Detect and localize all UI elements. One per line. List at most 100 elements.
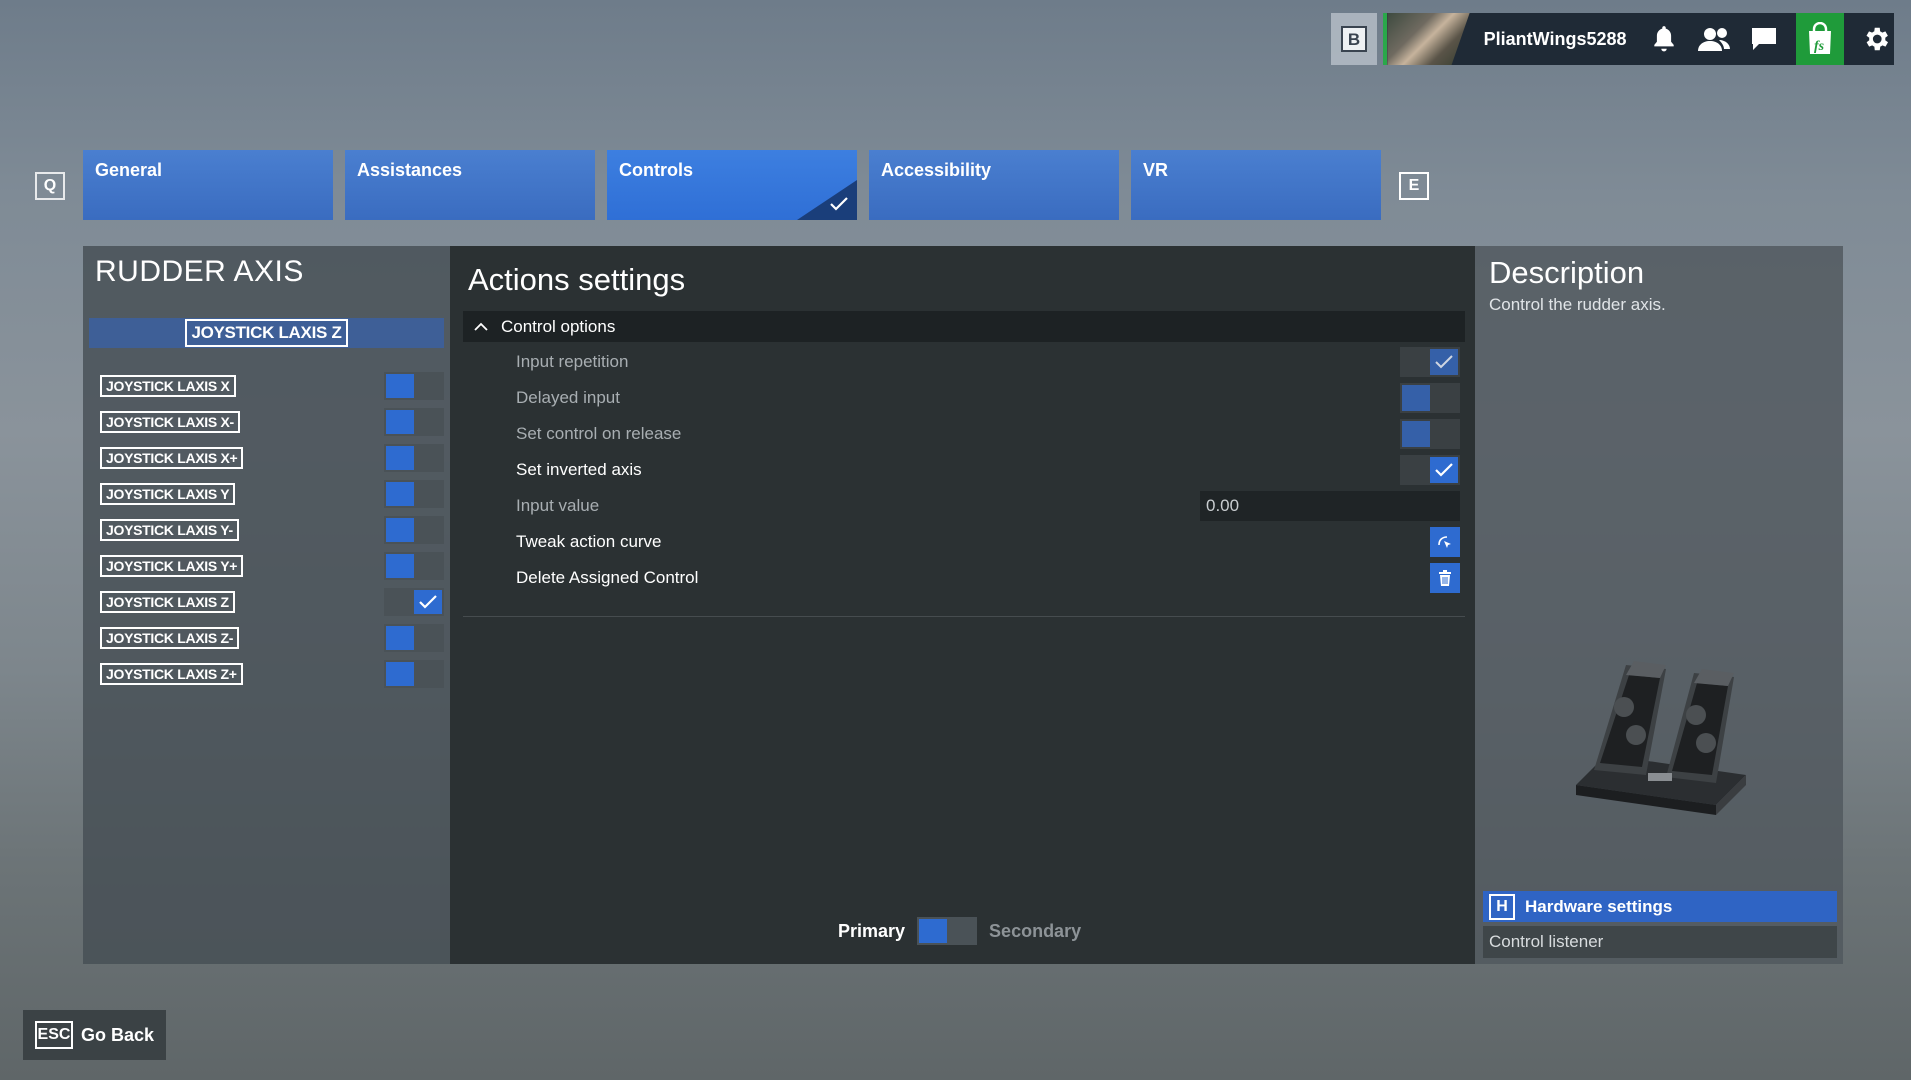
settings-gear-icon[interactable] bbox=[1858, 21, 1894, 57]
tab-controls[interactable]: Controls bbox=[607, 150, 857, 220]
binding-label: JOYSTICK LAXIS Y- bbox=[100, 519, 239, 541]
control-options-header[interactable]: Control options bbox=[463, 311, 1465, 342]
control-listener-label: Control listener bbox=[1489, 932, 1604, 951]
binding-toggle[interactable] bbox=[384, 372, 444, 400]
option-label: Input repetition bbox=[516, 352, 629, 371]
set-control-on-release-toggle[interactable] bbox=[1400, 419, 1460, 449]
input-repetition-toggle[interactable] bbox=[1400, 347, 1460, 377]
option-label: Set inverted axis bbox=[516, 460, 642, 479]
action-title: RUDDER AXIS bbox=[95, 255, 304, 288]
username: PliantWings5288 bbox=[1483, 28, 1627, 49]
input-value-field[interactable]: 0.00 bbox=[1200, 491, 1460, 521]
b-key-button[interactable]: B bbox=[1331, 13, 1377, 65]
option-label: Input value bbox=[516, 496, 600, 515]
primary-secondary-toggle[interactable] bbox=[917, 917, 978, 945]
avatar[interactable] bbox=[1387, 13, 1470, 65]
tab-label: Controls bbox=[619, 160, 693, 180]
binding-row[interactable]: JOYSTICK LAXIS Z bbox=[100, 588, 444, 616]
binding-toggle[interactable] bbox=[384, 408, 444, 436]
marketplace-icon[interactable]: fs bbox=[1795, 13, 1844, 65]
option-delete-assigned-control: Delete Assigned Control bbox=[463, 560, 1465, 596]
trash-icon bbox=[1439, 570, 1451, 586]
binding-toggle[interactable] bbox=[384, 516, 444, 544]
tab-assistances[interactable]: Assistances bbox=[345, 150, 595, 220]
section-label: Control options bbox=[501, 316, 616, 336]
binding-row[interactable]: JOYSTICK LAXIS X+ bbox=[100, 444, 444, 472]
esc-keycap: ESC bbox=[35, 1021, 73, 1049]
options-divider bbox=[463, 616, 1465, 617]
option-set-control-on-release: Set control on release bbox=[463, 416, 1465, 452]
binding-label: JOYSTICK LAXIS X+ bbox=[100, 447, 244, 469]
binding-row[interactable]: JOYSTICK LAXIS Y+ bbox=[100, 552, 444, 580]
description-panel bbox=[1475, 246, 1843, 964]
binding-label: JOYSTICK LAXIS X bbox=[100, 375, 236, 397]
tab-label: General bbox=[95, 160, 163, 180]
option-label: Tweak action curve bbox=[516, 532, 662, 551]
curve-icon bbox=[1438, 536, 1451, 548]
selected-binding-label: JOYSTICK LAXIS Z bbox=[185, 319, 348, 347]
binding-row[interactable]: JOYSTICK LAXIS Z- bbox=[100, 624, 444, 652]
actions-settings-title: Actions settings bbox=[468, 262, 686, 297]
binding-row[interactable]: JOYSTICK LAXIS Y bbox=[100, 480, 444, 508]
chevron-up-icon bbox=[474, 322, 488, 331]
tab-label: Assistances bbox=[357, 160, 463, 180]
binding-label: JOYSTICK LAXIS Z- bbox=[100, 627, 240, 649]
binding-toggle[interactable] bbox=[384, 624, 444, 652]
option-tweak-action-curve: Tweak action curve bbox=[463, 524, 1465, 560]
option-input-value: Input value 0.00 bbox=[463, 488, 1465, 524]
binding-label: JOYSTICK LAXIS Z+ bbox=[100, 663, 243, 685]
binding-toggle[interactable] bbox=[384, 480, 444, 508]
selected-binding[interactable]: JOYSTICK LAXIS Z bbox=[89, 318, 444, 348]
primary-secondary-switch: Primary Secondary bbox=[838, 915, 1081, 947]
option-set-inverted-axis: Set inverted axis bbox=[463, 452, 1465, 488]
friends-icon[interactable] bbox=[1696, 21, 1732, 57]
rudder-pedals-image bbox=[1566, 655, 1756, 815]
option-input-repetition: Input repetition bbox=[463, 344, 1465, 380]
binding-toggle[interactable] bbox=[384, 588, 444, 616]
binding-label: JOYSTICK LAXIS Y+ bbox=[100, 555, 244, 577]
e-key-next-tab[interactable]: E bbox=[1399, 172, 1429, 200]
delayed-input-toggle[interactable] bbox=[1400, 383, 1460, 413]
chat-icon[interactable] bbox=[1746, 21, 1782, 57]
tab-vr[interactable]: VR bbox=[1131, 150, 1381, 220]
secondary-label: Secondary bbox=[989, 920, 1082, 941]
binding-toggle[interactable] bbox=[384, 444, 444, 472]
delete-button[interactable] bbox=[1430, 563, 1460, 593]
description-title: Description bbox=[1489, 255, 1645, 290]
svg-text:fs: fs bbox=[1814, 39, 1825, 54]
b-keycap: B bbox=[1341, 26, 1367, 52]
go-back-label: Go Back bbox=[81, 1024, 155, 1045]
control-listener[interactable]: Control listener bbox=[1483, 926, 1837, 958]
active-tab-check-icon bbox=[797, 180, 857, 220]
set-inverted-axis-toggle[interactable] bbox=[1400, 455, 1460, 485]
top-bar: B PliantWings5288 fs bbox=[1331, 13, 1894, 65]
h-keycap: H bbox=[1489, 893, 1515, 920]
binding-row[interactable]: JOYSTICK LAXIS Y- bbox=[100, 516, 444, 544]
option-delayed-input: Delayed input bbox=[463, 380, 1465, 416]
tab-label: VR bbox=[1143, 160, 1169, 180]
binding-row[interactable]: JOYSTICK LAXIS Z+ bbox=[100, 660, 444, 688]
option-label: Set control on release bbox=[516, 424, 682, 443]
option-label: Delete Assigned Control bbox=[516, 568, 699, 587]
bell-icon[interactable] bbox=[1646, 21, 1682, 57]
go-back-button[interactable]: ESC Go Back bbox=[23, 1010, 166, 1060]
option-label: Delayed input bbox=[516, 388, 620, 407]
binding-label: JOYSTICK LAXIS Z bbox=[100, 591, 235, 613]
binding-toggle[interactable] bbox=[384, 660, 444, 688]
curve-edit-button[interactable] bbox=[1430, 527, 1460, 557]
binding-toggle[interactable] bbox=[384, 552, 444, 580]
online-indicator bbox=[1383, 13, 1388, 65]
q-key-prev-tab[interactable]: Q bbox=[35, 172, 65, 200]
tab-label: Accessibility bbox=[881, 160, 992, 180]
binding-label: JOYSTICK LAXIS Y bbox=[100, 483, 236, 505]
hardware-settings-label: Hardware settings bbox=[1525, 896, 1673, 916]
tab-accessibility[interactable]: Accessibility bbox=[869, 150, 1119, 220]
primary-label: Primary bbox=[838, 920, 906, 941]
binding-label: JOYSTICK LAXIS X- bbox=[100, 411, 240, 433]
user-profile[interactable]: PliantWings5288 fs bbox=[1383, 13, 1894, 65]
tab-general[interactable]: General bbox=[83, 150, 333, 220]
binding-row[interactable]: JOYSTICK LAXIS X bbox=[100, 372, 444, 400]
description-text: Control the rudder axis. bbox=[1489, 295, 1666, 314]
hardware-settings-button[interactable]: H Hardware settings bbox=[1483, 891, 1837, 922]
binding-row[interactable]: JOYSTICK LAXIS X- bbox=[100, 408, 444, 436]
